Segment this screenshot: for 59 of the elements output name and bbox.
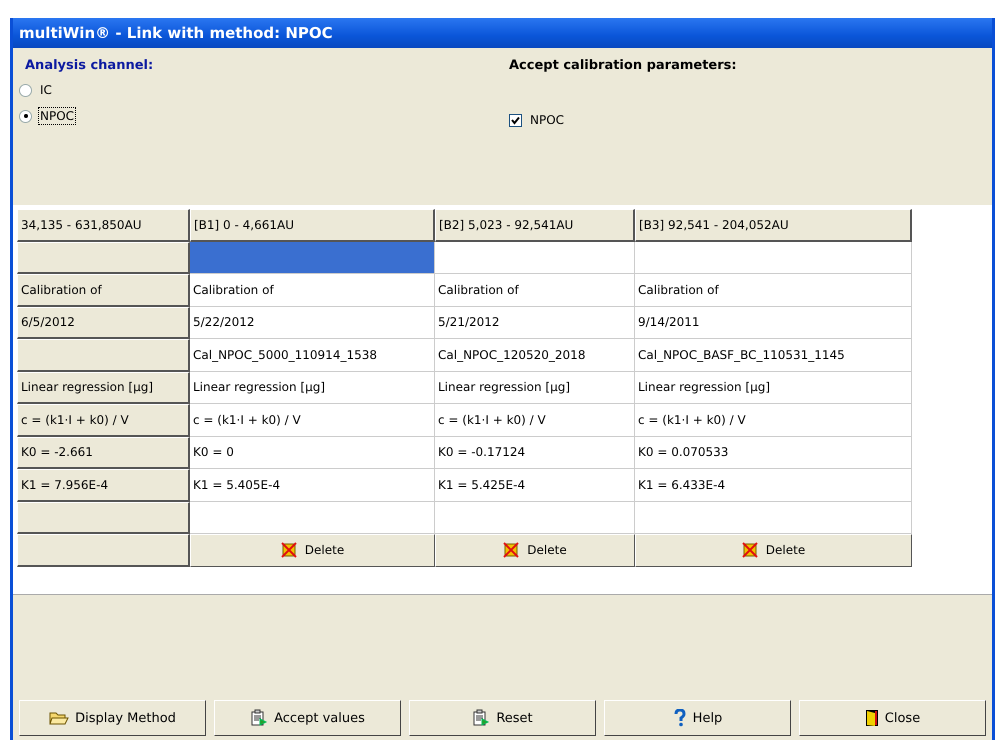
radio-button[interactable] (19, 110, 32, 122)
table-cell: Linear regression [µg] (635, 372, 912, 404)
row-header: K0 = -2.661 (17, 436, 190, 469)
table-cell: K0 = 0.070533 (635, 436, 912, 469)
table-cell: Calibration of (190, 274, 435, 306)
column-header: [B1] 0 - 4,661AU (190, 209, 435, 242)
table-cell: Calibration of (435, 274, 635, 306)
table-cell: Cal_NPOC_5000_110914_1538 (190, 339, 435, 372)
table-cell: Cal_NPOC_120520_2018 (435, 339, 635, 372)
row-header: Calibration of (17, 274, 190, 306)
section-label: Accept calibration parameters: (509, 58, 737, 73)
table-cell[interactable] (635, 242, 912, 274)
table-cell: c = (k1·I + k0) / V (190, 404, 435, 436)
row-header: Linear regression [µg] (17, 372, 190, 404)
row-header: 6/5/2012 (17, 306, 190, 339)
door-icon (864, 709, 879, 727)
table-cell: c = (k1·I + k0) / V (435, 404, 635, 436)
help-icon (672, 709, 687, 727)
table-cell: K1 = 5.425E-4 (435, 469, 635, 502)
table-cell: Cal_NPOC_BASF_BC_110531_1145 (635, 339, 912, 372)
dialog-button[interactable]: Reset (409, 700, 596, 736)
table-cell[interactable] (190, 242, 435, 274)
delete-button[interactable]: Delete (435, 534, 635, 566)
radio-label[interactable]: NPOC (38, 107, 76, 125)
column-header: [B2] 5,023 - 92,541AU (435, 209, 635, 242)
column-header: [B3] 92,541 - 204,052AU (635, 209, 912, 242)
table-cell: K0 = -0.17124 (435, 436, 635, 469)
checkbox[interactable] (509, 114, 522, 126)
dialog-button[interactable]: Help (604, 700, 791, 736)
row-header: c = (k1·I + k0) / V (17, 404, 190, 436)
table-cell: 5/22/2012 (190, 306, 435, 339)
checkbox-label[interactable]: NPOC (528, 111, 566, 129)
table-cell: K0 = 0 (190, 436, 435, 469)
dialog-button[interactable]: Display Method (19, 700, 206, 736)
column-header: 34,135 - 631,850AU (17, 209, 190, 242)
radio-label[interactable]: IC (38, 81, 54, 99)
table-cell: c = (k1·I + k0) / V (635, 404, 912, 436)
row-header: K1 = 7.956E-4 (17, 469, 190, 502)
delete-button[interactable]: Delete (190, 534, 435, 566)
delete-icon (503, 542, 520, 558)
table-cell[interactable] (435, 242, 635, 274)
table-cell: K1 = 6.433E-4 (635, 469, 912, 502)
table-cell: 9/14/2011 (635, 306, 912, 339)
table-cell: Linear regression [µg] (190, 372, 435, 404)
delete-icon (280, 542, 297, 558)
table-cell: 5/21/2012 (435, 306, 635, 339)
table-cell: Calibration of (635, 274, 912, 306)
table-cell: Linear regression [µg] (435, 372, 635, 404)
delete-icon (742, 542, 758, 558)
dialog-button[interactable]: Close (799, 700, 986, 736)
section-label: Analysis channel: (25, 58, 154, 73)
table-cell: K1 = 5.405E-4 (190, 469, 435, 502)
clipboard-icon (472, 709, 490, 727)
radio-button[interactable] (19, 84, 32, 96)
folder-icon (49, 710, 70, 726)
delete-button[interactable]: Delete (635, 534, 912, 566)
clipboard-icon (250, 709, 268, 727)
window-title: multiWin® - Link with method: NPOC (19, 24, 333, 42)
dialog-button[interactable]: Accept values (214, 700, 401, 736)
